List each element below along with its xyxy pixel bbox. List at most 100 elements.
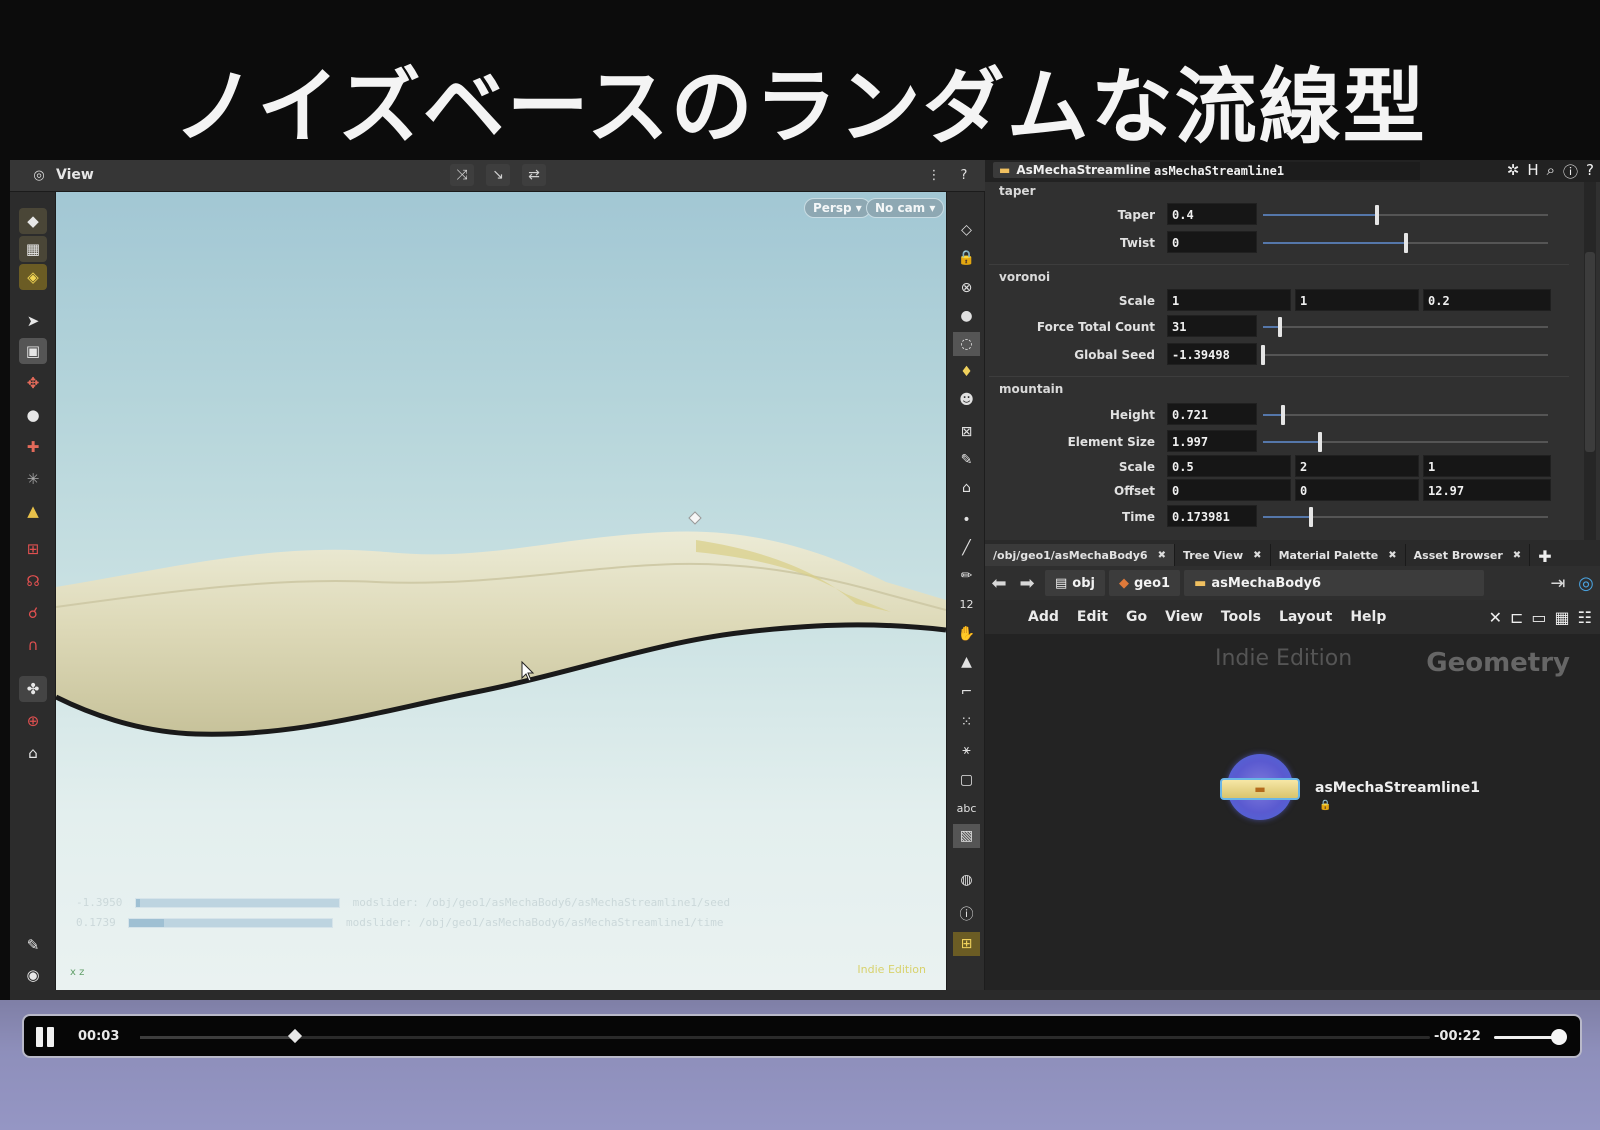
close-icon[interactable]: ✖ xyxy=(1158,550,1166,561)
global-seed-field[interactable]: -1.39498 xyxy=(1167,343,1257,365)
taper-slider[interactable] xyxy=(1263,205,1548,225)
background-image-icon[interactable]: ▧ xyxy=(953,824,980,848)
grid-view-icon[interactable]: ▦ xyxy=(1555,608,1570,627)
force-total-count-field[interactable]: 31 xyxy=(1167,315,1257,337)
scale-icon[interactable]: ✚ xyxy=(19,434,47,460)
back-arrow-icon[interactable]: ⬅ xyxy=(985,573,1013,594)
camera-tool-icon[interactable]: ▲ xyxy=(953,650,980,674)
height-field[interactable]: 0.721 xyxy=(1167,403,1257,425)
taper-field[interactable]: 0.4 xyxy=(1167,203,1257,225)
scatter-icon[interactable]: ⁙ xyxy=(953,710,980,734)
frame-icon[interactable]: ▢ xyxy=(953,768,980,792)
global-seed-slider[interactable] xyxy=(1261,345,1548,365)
pause-button[interactable] xyxy=(36,1027,58,1047)
numbers-icon[interactable]: 12 xyxy=(953,592,980,616)
select-points-icon[interactable]: ▦ xyxy=(19,236,47,262)
pointer-icon[interactable]: ➤ xyxy=(19,308,47,334)
mountain-scale-y[interactable]: 2 xyxy=(1295,455,1419,477)
menu-layout[interactable]: Layout xyxy=(1270,609,1341,625)
display-options-icon[interactable]: ⋮ xyxy=(923,164,945,186)
snap-point-icon[interactable]: ☌ xyxy=(19,600,47,626)
shading-icon[interactable]: ● xyxy=(953,304,980,328)
mountain-scale-x[interactable]: 0.5 xyxy=(1167,455,1291,477)
screenshot-icon[interactable]: ✎ xyxy=(19,932,47,958)
close-icon[interactable]: ✖ xyxy=(1253,550,1261,561)
info-icon[interactable]: ⓘ xyxy=(1563,161,1578,182)
offset-z[interactable]: 12.97 xyxy=(1423,479,1551,501)
light-icon[interactable]: ◌ xyxy=(953,332,980,356)
breadcrumb-obj[interactable]: ▤ obj xyxy=(1045,570,1105,596)
link-icon[interactable]: ◎ xyxy=(1572,573,1600,594)
tab-material-palette[interactable]: Material Palette ✖ xyxy=(1271,544,1406,566)
pivot-icon[interactable]: ✳ xyxy=(19,466,47,492)
node-name-field[interactable]: asMechaStreamline1 xyxy=(1150,162,1420,180)
menu-go[interactable]: Go xyxy=(1117,609,1156,625)
vector-icon[interactable]: ✏ xyxy=(953,564,980,588)
snap-curve-icon[interactable]: ☊ xyxy=(19,568,47,594)
twist-field[interactable]: 0 xyxy=(1167,231,1257,253)
snap-icon[interactable]: ↘ xyxy=(486,164,510,186)
menu-view[interactable]: View xyxy=(1156,609,1212,625)
quad-view-icon[interactable]: ⊞ xyxy=(953,932,980,956)
folder-voronoi[interactable]: voronoi xyxy=(999,270,1050,284)
split-icon[interactable]: ⚹ xyxy=(953,738,980,762)
layout-icon[interactable]: ☷ xyxy=(1578,608,1592,627)
height-slider[interactable] xyxy=(1263,405,1548,425)
element-size-slider[interactable] xyxy=(1263,432,1548,452)
twist-slider[interactable] xyxy=(1263,233,1548,253)
select-mode-icon[interactable]: ⤨ xyxy=(450,164,474,186)
hud-seed-bar[interactable] xyxy=(134,898,340,908)
tree-icon[interactable]: ⊏ xyxy=(1510,608,1523,627)
voronoi-scale-z[interactable]: 0.2 xyxy=(1423,289,1551,311)
ghost-icon[interactable]: ☻ xyxy=(953,388,980,412)
axis-icon[interactable]: ⌐ xyxy=(953,680,980,704)
iso-icon[interactable]: ◇ xyxy=(953,218,980,242)
node-asmechastreamline[interactable]: ▬ xyxy=(1220,754,1300,820)
select-primitives-icon[interactable]: ◈ xyxy=(19,264,47,290)
point-display-icon[interactable]: • xyxy=(953,508,980,532)
help-icon[interactable]: ? xyxy=(953,164,975,186)
search-icon[interactable]: ⌕ xyxy=(1547,161,1555,182)
volume-slider[interactable] xyxy=(1494,1029,1567,1045)
render-icon[interactable]: ◉ xyxy=(19,962,47,988)
wrench-icon[interactable]: ✕ xyxy=(1489,608,1502,627)
lock-icon[interactable]: ▣ xyxy=(19,338,47,364)
menu-help[interactable]: Help xyxy=(1341,609,1395,625)
progress-track[interactable] xyxy=(140,1028,1430,1044)
close-icon[interactable]: ✖ xyxy=(1513,550,1521,561)
transform-icon[interactable]: ⇄ xyxy=(522,164,546,186)
snapshot-icon[interactable]: ◍ xyxy=(953,868,980,892)
magnet-icon[interactable]: ∩ xyxy=(19,632,47,658)
tab-tree-view[interactable]: Tree View ✖ xyxy=(1175,544,1271,566)
normal-icon[interactable]: ╱ xyxy=(953,536,980,560)
handle-icon[interactable]: ▲ xyxy=(19,498,47,524)
element-size-field[interactable]: 1.997 xyxy=(1167,430,1257,452)
render-view-icon[interactable]: ⌂ xyxy=(953,476,980,500)
offset-x[interactable]: 0 xyxy=(1167,479,1291,501)
template-icon[interactable]: ✎ xyxy=(953,448,980,472)
list-view-icon[interactable]: ▭ xyxy=(1531,608,1546,627)
node-label[interactable]: asMechaStreamline1 xyxy=(1315,780,1480,796)
constraint-icon[interactable]: ✤ xyxy=(19,676,47,702)
camera-icon[interactable]: ⌂ xyxy=(19,740,47,766)
scene-viewport[interactable]: Persp ▾ No cam ▾ -1.3950 modslider: /obj… xyxy=(56,192,946,990)
scrollbar-thumb[interactable] xyxy=(1585,252,1595,452)
hud-slider-time[interactable]: 0.1739 modslider: /obj/geo1/asMechaBody6… xyxy=(76,916,724,929)
force-total-count-slider[interactable] xyxy=(1263,317,1548,337)
hud-slider-seed[interactable]: -1.3950 modslider: /obj/geo1/asMechaBody… xyxy=(76,896,730,909)
tab-asset-browser[interactable]: Asset Browser ✖ xyxy=(1406,544,1531,566)
select-geometry-icon[interactable]: ◆ xyxy=(19,208,47,234)
offset-y[interactable]: 0 xyxy=(1295,479,1419,501)
voronoi-scale-y[interactable]: 1 xyxy=(1295,289,1419,311)
wire-icon[interactable]: ⊠ xyxy=(953,420,980,444)
parameter-scrollbar[interactable] xyxy=(1584,182,1596,540)
add-tab-icon[interactable]: ✚ xyxy=(1530,547,1559,566)
move-icon[interactable]: ✥ xyxy=(19,370,47,396)
menu-edit[interactable]: Edit xyxy=(1068,609,1117,625)
breadcrumb-geo[interactable]: ◆ geo1 xyxy=(1109,570,1181,596)
time-slider[interactable] xyxy=(1263,507,1548,527)
mountain-scale-z[interactable]: 1 xyxy=(1423,455,1551,477)
lock-view-icon[interactable]: 🔒 xyxy=(953,246,980,270)
folder-taper[interactable]: taper xyxy=(999,184,1035,198)
voronoi-scale-x[interactable]: 1 xyxy=(1167,289,1291,311)
